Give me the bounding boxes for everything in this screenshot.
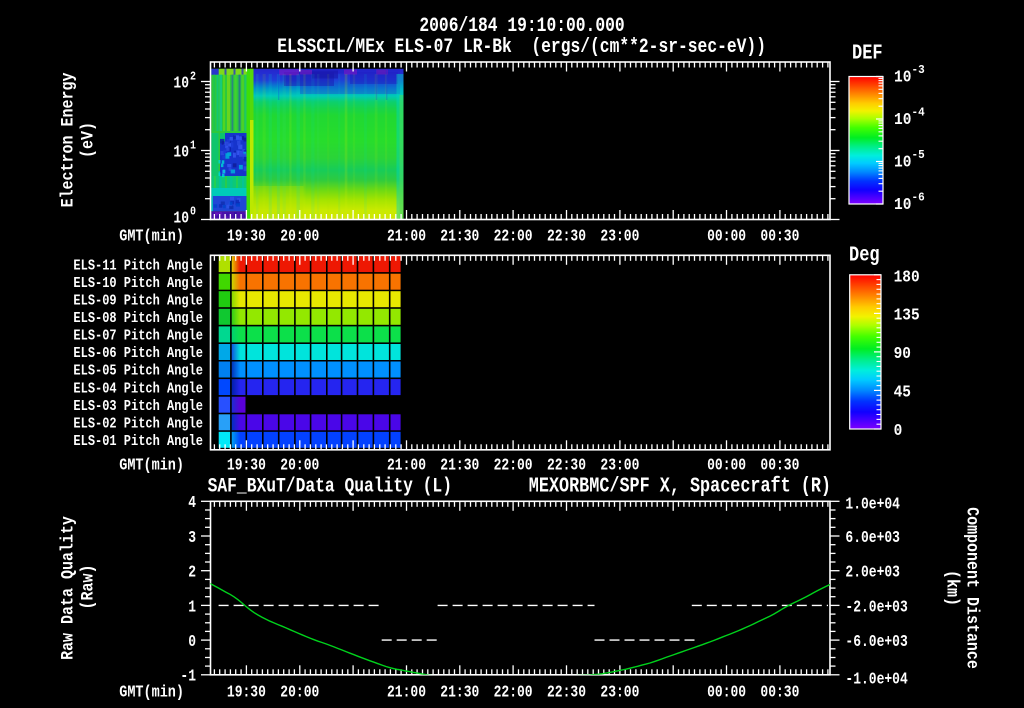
svg-text:(km): (km) — [942, 570, 963, 606]
svg-text:-2.0e+03: -2.0e+03 — [845, 599, 908, 617]
svg-text:10: 10 — [173, 75, 189, 93]
svg-text:10: 10 — [894, 68, 911, 87]
svg-text:GMT(min): GMT(min) — [119, 226, 184, 246]
svg-text:(Raw): (Raw) — [77, 565, 98, 610]
svg-text:ELS-08 Pitch Angle: ELS-08 Pitch Angle — [73, 310, 203, 326]
svg-text:ELS-05 Pitch Angle: ELS-05 Pitch Angle — [73, 363, 203, 379]
svg-text:ELS-07 Pitch Angle: ELS-07 Pitch Angle — [73, 328, 203, 344]
svg-text:GMT(min): GMT(min) — [119, 682, 184, 702]
svg-text:00:30: 00:30 — [760, 457, 799, 475]
svg-text:00:30: 00:30 — [760, 684, 799, 702]
svg-text:ELS-04 Pitch Angle: ELS-04 Pitch Angle — [73, 380, 203, 396]
svg-text:2: 2 — [188, 564, 196, 582]
svg-text:00:00: 00:00 — [707, 228, 746, 246]
svg-text:90: 90 — [894, 344, 911, 363]
svg-text:20:00: 20:00 — [280, 684, 319, 702]
svg-text:-4: -4 — [912, 106, 925, 120]
svg-text:180: 180 — [894, 268, 920, 287]
svg-text:22:30: 22:30 — [547, 457, 586, 475]
svg-text:2.0e+03: 2.0e+03 — [845, 564, 900, 582]
svg-text:10: 10 — [894, 110, 911, 129]
svg-text:19:30: 19:30 — [227, 457, 266, 475]
svg-text:22:00: 22:00 — [494, 684, 533, 702]
svg-text:20:00: 20:00 — [280, 228, 319, 246]
svg-text:DEF: DEF — [852, 41, 883, 65]
svg-text:21:00: 21:00 — [387, 684, 426, 702]
svg-text:ELS-01 Pitch Angle: ELS-01 Pitch Angle — [73, 433, 203, 449]
svg-text:00:30: 00:30 — [760, 228, 799, 246]
svg-text:00:00: 00:00 — [707, 684, 746, 702]
svg-text:6.0e+03: 6.0e+03 — [845, 530, 900, 548]
svg-text:19:30: 19:30 — [227, 684, 266, 702]
svg-text:SAF_BXuT/Data Quality (L): SAF_BXuT/Data Quality (L) — [208, 475, 452, 498]
svg-text:-1.0e+04: -1.0e+04 — [845, 671, 908, 689]
svg-text:00:00: 00:00 — [707, 457, 746, 475]
svg-text:-1: -1 — [180, 669, 196, 687]
svg-text:ELSSCIL/MEx ELS-07 LR-Bk (erg: ELSSCIL/MEx ELS-07 LR-Bk (ergs/(cm**2-sr… — [277, 35, 766, 58]
svg-text:Electron Energy: Electron Energy — [57, 73, 78, 208]
svg-text:1: 1 — [188, 599, 196, 617]
svg-text:10: 10 — [894, 195, 911, 214]
svg-text:19:30: 19:30 — [227, 228, 266, 246]
svg-text:0: 0 — [188, 634, 196, 652]
svg-text:ELS-11 Pitch Angle: ELS-11 Pitch Angle — [73, 257, 203, 273]
svg-text:-3: -3 — [912, 63, 925, 77]
svg-text:0: 0 — [894, 421, 903, 440]
svg-text:23:00: 23:00 — [600, 228, 639, 246]
svg-text:22:30: 22:30 — [547, 228, 586, 246]
svg-text:Component Distance: Component Distance — [962, 507, 983, 669]
svg-text:20:00: 20:00 — [280, 457, 319, 475]
svg-text:ELS-09 Pitch Angle: ELS-09 Pitch Angle — [73, 292, 203, 308]
svg-text:10: 10 — [173, 144, 189, 162]
svg-text:1: 1 — [190, 140, 196, 153]
svg-text:21:00: 21:00 — [387, 228, 426, 246]
svg-text:ELS-06 Pitch Angle: ELS-06 Pitch Angle — [73, 345, 203, 361]
svg-text:Deg: Deg — [849, 243, 880, 267]
svg-text:10: 10 — [894, 153, 911, 172]
svg-text:ELS-10 Pitch Angle: ELS-10 Pitch Angle — [73, 275, 203, 291]
svg-text:3: 3 — [188, 530, 196, 548]
svg-text:ELS-02 Pitch Angle: ELS-02 Pitch Angle — [73, 415, 203, 431]
svg-text:2: 2 — [190, 71, 196, 84]
svg-text:GMT(min): GMT(min) — [119, 455, 184, 475]
svg-text:-5: -5 — [912, 148, 925, 162]
svg-text:ELS-03 Pitch Angle: ELS-03 Pitch Angle — [73, 398, 203, 414]
svg-text:22:00: 22:00 — [494, 228, 533, 246]
svg-text:21:30: 21:30 — [440, 228, 479, 246]
svg-text:21:00: 21:00 — [387, 457, 426, 475]
svg-text:1.0e+04: 1.0e+04 — [845, 496, 900, 514]
svg-text:(eV): (eV) — [77, 122, 98, 158]
svg-text:Raw Data Quality: Raw Data Quality — [57, 516, 78, 660]
svg-text:10: 10 — [173, 210, 189, 228]
svg-text:21:30: 21:30 — [440, 684, 479, 702]
svg-text:-6.0e+03: -6.0e+03 — [845, 634, 908, 652]
svg-text:MEXORBMC/SPF X, Spacecraft (R): MEXORBMC/SPF X, Spacecraft (R) — [529, 474, 831, 498]
svg-text:2006/184 19:10:00.000: 2006/184 19:10:00.000 — [419, 14, 624, 37]
svg-text:135: 135 — [894, 305, 920, 324]
svg-text:21:30: 21:30 — [440, 457, 479, 475]
svg-text:22:00: 22:00 — [494, 457, 533, 475]
svg-text:23:00: 23:00 — [600, 684, 639, 702]
svg-text:45: 45 — [894, 383, 911, 402]
svg-text:-6: -6 — [912, 191, 925, 205]
svg-text:22:30: 22:30 — [547, 684, 586, 702]
svg-text:23:00: 23:00 — [600, 457, 639, 475]
svg-text:0: 0 — [190, 206, 196, 219]
svg-text:4: 4 — [188, 495, 196, 513]
